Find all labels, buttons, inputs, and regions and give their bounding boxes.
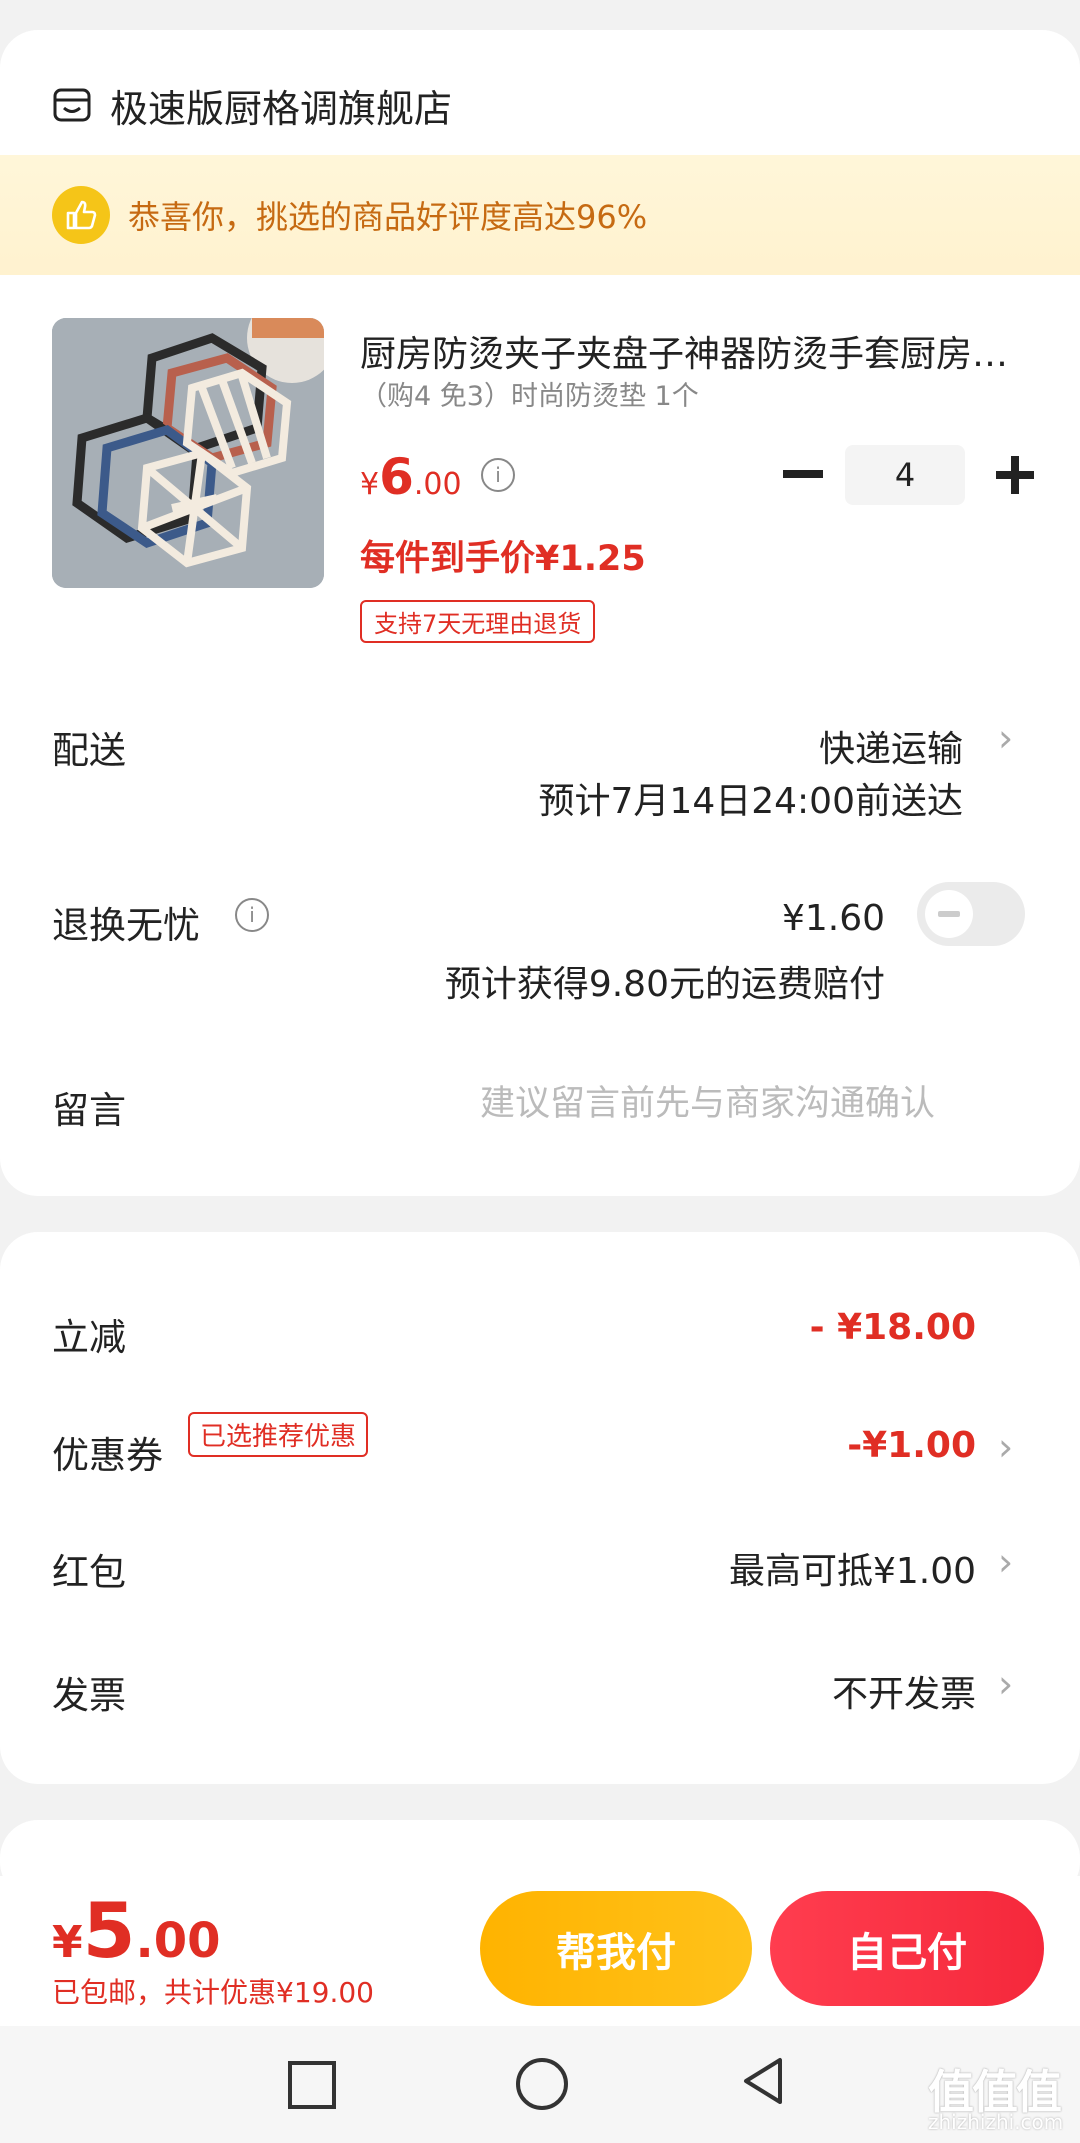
total-price: ¥ 5 .00	[52, 1886, 221, 1975]
product-spec[interactable]: （购4 免3）时尚防烫垫 1个	[360, 374, 699, 413]
invoice-value[interactable]: 不开发票	[832, 1665, 976, 1717]
invoice-label: 发票	[52, 1674, 126, 1717]
message-input[interactable]: 建议留言前先与商家沟通确认	[480, 1075, 935, 1126]
back-icon[interactable]	[740, 2056, 786, 2106]
return-info-icon[interactable]: i	[235, 898, 269, 932]
product-title[interactable]: 厨房防烫夹子夹盘子神器防烫手套厨房防烫垫	[360, 325, 1040, 377]
quantity-decrease-button[interactable]	[783, 470, 823, 478]
store-header[interactable]: 极速版厨格调旗舰店	[52, 70, 452, 140]
red-packet-value[interactable]: 最高可抵¥1.00	[729, 1542, 976, 1594]
store-icon	[53, 88, 91, 122]
message-label: 留言	[52, 1089, 126, 1132]
coupon-value[interactable]: -¥1.00	[847, 1425, 976, 1466]
banner-text: 恭喜你，挑选的商品好评度高达96%	[128, 198, 648, 236]
red-packet-label: 红包	[52, 1551, 126, 1594]
home-icon[interactable]	[516, 2058, 568, 2110]
delivery-method[interactable]: 快递运输	[819, 720, 963, 772]
price-integer: 6	[379, 448, 414, 506]
return-insurance-price: ¥1.60	[781, 898, 885, 939]
price-info-icon[interactable]: i	[481, 458, 515, 492]
total-currency: ¥	[52, 1917, 83, 1968]
red-packet-chevron-icon[interactable]: ›	[998, 1540, 1013, 1584]
total-decimal: .00	[135, 1913, 221, 1969]
system-nav-bar: 值值值 zhizhizhi.com	[0, 2026, 1080, 2143]
quantity-increase-button[interactable]	[985, 445, 1045, 505]
discount-label: 立减	[52, 1316, 126, 1359]
store-name: 极速版厨格调旗舰店	[110, 86, 453, 131]
coupon-tag: 已选推荐优惠	[188, 1412, 369, 1457]
rating-banner: 恭喜你，挑选的商品好评度高达96%	[0, 155, 1080, 275]
coupon-chevron-icon[interactable]: ›	[998, 1425, 1013, 1469]
return-policy-tag: 支持7天无理由退货	[360, 600, 596, 643]
product-image[interactable]	[52, 318, 324, 588]
product-price: ¥ 6 .00	[360, 448, 462, 506]
checkout-bar: ¥ 5 .00 已包邮，共计优惠¥19.00 帮我付 自己付	[0, 1876, 1080, 2026]
help-pay-button[interactable]: 帮我付	[480, 1891, 752, 2006]
total-integer: 5	[82, 1886, 136, 1975]
return-insurance-note: 预计获得9.80元的运费赔付	[444, 964, 885, 1005]
toggle-knob	[925, 890, 973, 938]
return-insurance-label: 退换无忧	[52, 904, 200, 947]
recent-apps-icon[interactable]	[288, 2061, 336, 2109]
discount-value: - ¥18.00	[809, 1307, 976, 1348]
price-currency: ¥	[360, 467, 380, 502]
quantity-input[interactable]: 4	[845, 445, 965, 505]
unit-price: 每件到手价¥1.25	[360, 539, 646, 579]
watermark-url: zhizhizhi.com	[928, 2110, 1064, 2134]
thumbs-up-icon	[52, 186, 110, 244]
total-note: 已包邮，共计优惠¥19.00	[52, 1976, 374, 2009]
self-pay-button[interactable]: 自己付	[770, 1891, 1044, 2006]
delivery-label: 配送	[52, 729, 126, 772]
delivery-eta: 预计7月14日24:00前送达	[538, 781, 963, 822]
price-decimal: .00	[413, 467, 462, 502]
order-card: 极速版厨格调旗舰店 恭喜你，挑选的商品好评度高达96% 厨房防烫夹子夹盘子神器防…	[0, 30, 1080, 1196]
return-insurance-toggle[interactable]	[917, 882, 1025, 946]
coupon-label: 优惠券	[52, 1434, 163, 1477]
delivery-chevron-icon[interactable]: ›	[998, 716, 1013, 760]
invoice-chevron-icon[interactable]: ›	[998, 1662, 1013, 1706]
